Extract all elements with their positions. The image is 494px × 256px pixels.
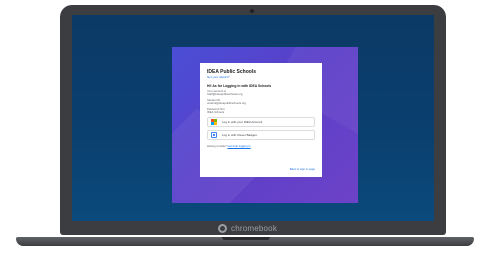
laptop-base (16, 237, 474, 246)
microsoft-login-button[interactable]: Log in with your IDEA Account (207, 117, 315, 128)
password-value: IDEA Schools (207, 110, 225, 115)
login-backdrop: IDEA Public Schools Not your district? H… (172, 47, 358, 203)
email-value: Staff@ideapublicschools.org (207, 92, 243, 97)
login-card: IDEA Public Schools Not your district? H… (200, 63, 322, 177)
account-info: Your account is Staff@ideapublicschools.… (207, 89, 315, 97)
chromebook-brand: chromebook (218, 224, 277, 233)
login-heading: Hi! As for Logging in with IDEA Schools (207, 84, 272, 88)
laptop-screen: IDEA Public Schools Not your district? H… (72, 15, 434, 221)
id-info: Student ID student@ideapublicschools.org (207, 98, 315, 106)
help-link[interactable]: Get help logging in (227, 144, 250, 148)
badge-icon (211, 132, 217, 139)
signin-page-link[interactable]: Back to sign in page (290, 167, 315, 171)
laptop-lid: IDEA Public Schools Not your district? H… (60, 5, 446, 235)
chromebook-logo-icon (218, 224, 227, 233)
microsoft-icon (211, 119, 217, 126)
brand-label: chromebook (231, 224, 278, 233)
camera-icon (250, 9, 254, 13)
id-value: student@ideapublicschools.org (207, 101, 246, 106)
org-subtitle-link[interactable]: Not your district? (207, 75, 315, 79)
help-prefix: Having trouble? (207, 144, 227, 149)
laptop-stage: IDEA Public Schools Not your district? H… (0, 0, 494, 256)
badge-login-button[interactable]: Log in with Clever Badges (207, 130, 315, 141)
laptop-notch (222, 237, 270, 240)
password-info: Password hint IDEA Schools (207, 107, 315, 115)
help-text: Having trouble? Get help logging in (207, 144, 315, 148)
badge-login-label: Log in with Clever Badges (222, 133, 257, 138)
microsoft-login-label: Log in with your IDEA Account (222, 120, 263, 125)
